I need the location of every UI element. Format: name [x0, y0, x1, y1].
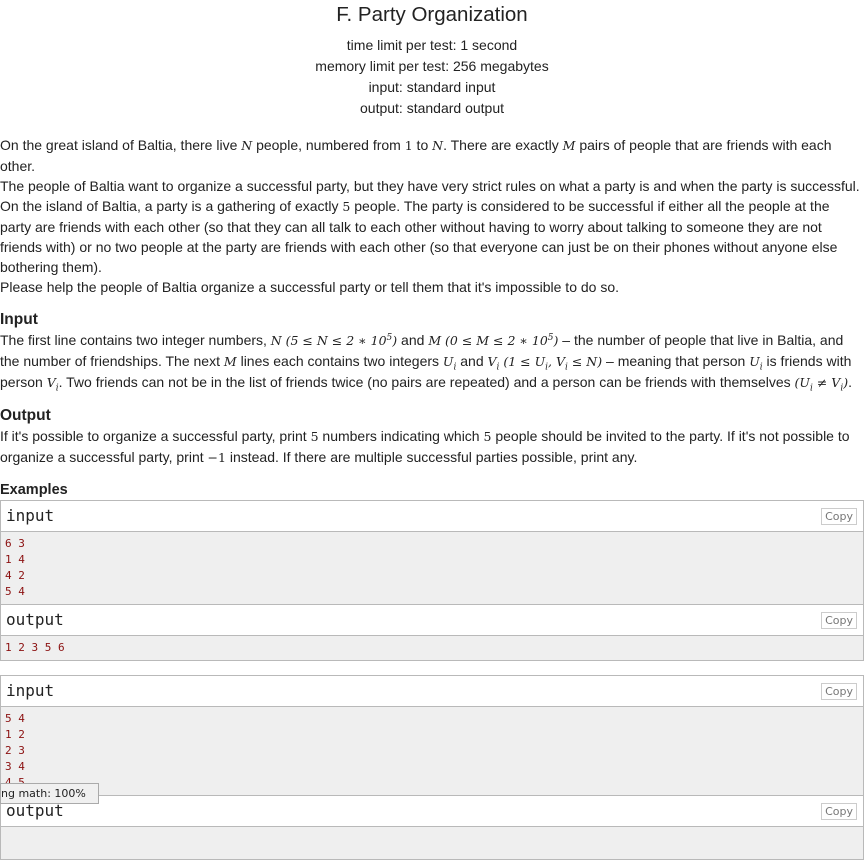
problem-limits: time limit per test: 1 second memory lim… — [0, 35, 864, 119]
sample-line: 1 4 — [5, 553, 25, 566]
sample-input-label: input — [6, 681, 55, 700]
sample-line: 6 3 — [5, 537, 25, 550]
sample-output-header: output Copy — [1, 605, 863, 636]
output-specification: If it's possible to organize a successfu… — [0, 428, 850, 465]
sample-test-2: input Copy 5 4 1 2 2 3 3 4 4 5 output Co… — [0, 675, 864, 860]
sample-line: 5 4 — [5, 712, 25, 725]
sample-input-header: input Copy — [1, 676, 863, 707]
statement-paragraph: Please help the people of Baltia organiz… — [0, 279, 620, 295]
copy-output-button[interactable]: Copy — [821, 612, 857, 629]
sample-line: 1 2 — [5, 728, 25, 741]
copy-input-button[interactable]: Copy — [821, 508, 857, 525]
problem-title: F. Party Organization — [336, 3, 528, 26]
input-section-title: Input — [0, 311, 38, 328]
time-limit: time limit per test: 1 second — [346, 37, 518, 53]
sample-input-label: input — [6, 506, 55, 525]
input-file: input: standard input — [368, 79, 496, 95]
sample-output-content — [1, 827, 863, 859]
sample-input-content: 6 3 1 4 4 2 5 4 — [1, 532, 863, 605]
sample-line: 3 4 — [5, 760, 25, 773]
sample-input-content: 5 4 1 2 2 3 3 4 4 5 — [1, 707, 863, 796]
statement-paragraph: The people of Baltia want to organize a … — [0, 178, 860, 194]
sample-line: 1 2 3 5 6 — [5, 641, 65, 654]
statement-paragraph: On the island of Baltia, a party is a ga… — [0, 198, 838, 275]
sample-output-label: output — [6, 610, 64, 629]
sample-line: 5 4 — [5, 585, 25, 598]
sample-line: 4 2 — [5, 569, 25, 582]
problem-statement: On the great island of Baltia, there liv… — [0, 135, 864, 297]
sample-test-1: input Copy 6 3 1 4 4 2 5 4 output Copy 1… — [0, 500, 864, 661]
problem-header: F. Party Organization time limit per tes… — [0, 2, 864, 119]
statement-paragraph: On the great island of Baltia, there liv… — [0, 137, 832, 174]
input-specification: The first line contains two integer numb… — [0, 332, 852, 394]
output-section-title: Output — [0, 407, 51, 424]
output-file: output: standard output — [360, 100, 504, 116]
copy-input-button[interactable]: Copy — [821, 683, 857, 700]
copy-output-button[interactable]: Copy — [821, 803, 857, 820]
memory-limit: memory limit per test: 256 megabytes — [315, 58, 549, 74]
sample-output-content: 1 2 3 5 6 — [1, 636, 863, 660]
sample-line: 4 5 — [5, 775, 859, 791]
sample-input-header: input Copy — [1, 501, 863, 532]
sample-line: 2 3 — [5, 744, 25, 757]
examples-title: Examples — [0, 482, 68, 498]
